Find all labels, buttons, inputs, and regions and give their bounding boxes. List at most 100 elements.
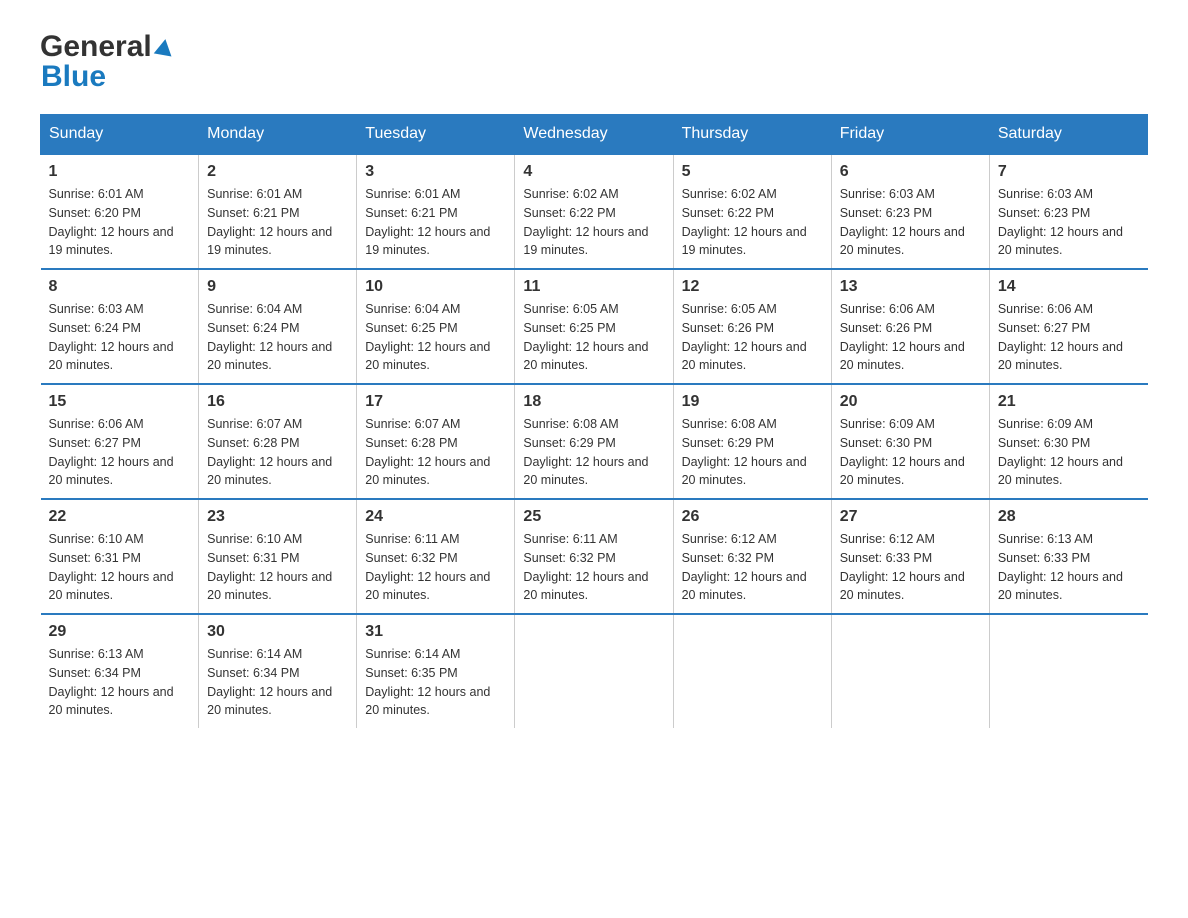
day-number: 15	[49, 393, 191, 411]
calendar-cell: 16 Sunrise: 6:07 AMSunset: 6:28 PMDaylig…	[199, 384, 357, 499]
day-info: Sunrise: 6:10 AMSunset: 6:31 PMDaylight:…	[207, 532, 332, 602]
day-info: Sunrise: 6:14 AMSunset: 6:35 PMDaylight:…	[365, 647, 490, 717]
day-info: Sunrise: 6:01 AMSunset: 6:21 PMDaylight:…	[207, 187, 332, 257]
calendar-cell	[831, 614, 989, 728]
day-number: 11	[523, 278, 664, 296]
day-info: Sunrise: 6:12 AMSunset: 6:32 PMDaylight:…	[682, 532, 807, 602]
day-number: 4	[523, 163, 664, 181]
day-info: Sunrise: 6:07 AMSunset: 6:28 PMDaylight:…	[207, 417, 332, 487]
day-number: 10	[365, 278, 506, 296]
calendar-cell	[515, 614, 673, 728]
day-number: 3	[365, 163, 506, 181]
day-info: Sunrise: 6:03 AMSunset: 6:23 PMDaylight:…	[840, 187, 965, 257]
calendar-cell: 23 Sunrise: 6:10 AMSunset: 6:31 PMDaylig…	[199, 499, 357, 614]
day-info: Sunrise: 6:04 AMSunset: 6:25 PMDaylight:…	[365, 302, 490, 372]
calendar-week-row: 8 Sunrise: 6:03 AMSunset: 6:24 PMDayligh…	[41, 269, 1148, 384]
header-thursday: Thursday	[673, 115, 831, 155]
header-saturday: Saturday	[989, 115, 1147, 155]
header-wednesday: Wednesday	[515, 115, 673, 155]
calendar-cell: 3 Sunrise: 6:01 AMSunset: 6:21 PMDayligh…	[357, 154, 515, 269]
day-info: Sunrise: 6:13 AMSunset: 6:33 PMDaylight:…	[998, 532, 1123, 602]
day-number: 9	[207, 278, 348, 296]
day-number: 30	[207, 623, 348, 641]
day-number: 8	[49, 278, 191, 296]
day-number: 18	[523, 393, 664, 411]
header-tuesday: Tuesday	[357, 115, 515, 155]
day-number: 6	[840, 163, 981, 181]
day-number: 1	[49, 163, 191, 181]
day-number: 14	[998, 278, 1140, 296]
calendar-cell: 14 Sunrise: 6:06 AMSunset: 6:27 PMDaylig…	[989, 269, 1147, 384]
calendar-cell: 11 Sunrise: 6:05 AMSunset: 6:25 PMDaylig…	[515, 269, 673, 384]
day-number: 26	[682, 508, 823, 526]
calendar-cell: 26 Sunrise: 6:12 AMSunset: 6:32 PMDaylig…	[673, 499, 831, 614]
day-info: Sunrise: 6:02 AMSunset: 6:22 PMDaylight:…	[523, 187, 648, 257]
day-info: Sunrise: 6:04 AMSunset: 6:24 PMDaylight:…	[207, 302, 332, 372]
calendar-cell: 7 Sunrise: 6:03 AMSunset: 6:23 PMDayligh…	[989, 154, 1147, 269]
day-info: Sunrise: 6:11 AMSunset: 6:32 PMDaylight:…	[523, 532, 648, 602]
day-info: Sunrise: 6:11 AMSunset: 6:32 PMDaylight:…	[365, 532, 490, 602]
day-number: 13	[840, 278, 981, 296]
calendar-cell: 15 Sunrise: 6:06 AMSunset: 6:27 PMDaylig…	[41, 384, 199, 499]
day-info: Sunrise: 6:02 AMSunset: 6:22 PMDaylight:…	[682, 187, 807, 257]
logo-blue-label: Blue	[41, 60, 106, 94]
calendar-cell	[673, 614, 831, 728]
header-monday: Monday	[199, 115, 357, 155]
calendar-cell: 5 Sunrise: 6:02 AMSunset: 6:22 PMDayligh…	[673, 154, 831, 269]
day-number: 23	[207, 508, 348, 526]
calendar-cell: 4 Sunrise: 6:02 AMSunset: 6:22 PMDayligh…	[515, 154, 673, 269]
calendar-cell: 28 Sunrise: 6:13 AMSunset: 6:33 PMDaylig…	[989, 499, 1147, 614]
calendar-cell: 1 Sunrise: 6:01 AMSunset: 6:20 PMDayligh…	[41, 154, 199, 269]
calendar-cell: 31 Sunrise: 6:14 AMSunset: 6:35 PMDaylig…	[357, 614, 515, 728]
header-sunday: Sunday	[41, 115, 199, 155]
day-number: 21	[998, 393, 1140, 411]
calendar-cell: 30 Sunrise: 6:14 AMSunset: 6:34 PMDaylig…	[199, 614, 357, 728]
logo-general-text: General	[40, 30, 152, 64]
calendar-cell: 18 Sunrise: 6:08 AMSunset: 6:29 PMDaylig…	[515, 384, 673, 499]
day-info: Sunrise: 6:12 AMSunset: 6:33 PMDaylight:…	[840, 532, 965, 602]
day-info: Sunrise: 6:08 AMSunset: 6:29 PMDaylight:…	[523, 417, 648, 487]
logo: General Blue	[40, 30, 173, 94]
day-info: Sunrise: 6:05 AMSunset: 6:25 PMDaylight:…	[523, 302, 648, 372]
calendar-cell: 29 Sunrise: 6:13 AMSunset: 6:34 PMDaylig…	[41, 614, 199, 728]
day-number: 5	[682, 163, 823, 181]
calendar-week-row: 22 Sunrise: 6:10 AMSunset: 6:31 PMDaylig…	[41, 499, 1148, 614]
calendar-cell: 9 Sunrise: 6:04 AMSunset: 6:24 PMDayligh…	[199, 269, 357, 384]
day-number: 27	[840, 508, 981, 526]
day-number: 22	[49, 508, 191, 526]
day-number: 29	[49, 623, 191, 641]
calendar-cell: 10 Sunrise: 6:04 AMSunset: 6:25 PMDaylig…	[357, 269, 515, 384]
calendar-cell	[989, 614, 1147, 728]
calendar-cell: 27 Sunrise: 6:12 AMSunset: 6:33 PMDaylig…	[831, 499, 989, 614]
day-number: 24	[365, 508, 506, 526]
calendar-week-row: 29 Sunrise: 6:13 AMSunset: 6:34 PMDaylig…	[41, 614, 1148, 728]
logo-triangle-icon	[153, 38, 174, 57]
day-number: 12	[682, 278, 823, 296]
day-info: Sunrise: 6:13 AMSunset: 6:34 PMDaylight:…	[49, 647, 174, 717]
calendar-cell: 22 Sunrise: 6:10 AMSunset: 6:31 PMDaylig…	[41, 499, 199, 614]
calendar-cell: 8 Sunrise: 6:03 AMSunset: 6:24 PMDayligh…	[41, 269, 199, 384]
calendar-cell: 21 Sunrise: 6:09 AMSunset: 6:30 PMDaylig…	[989, 384, 1147, 499]
calendar-cell: 24 Sunrise: 6:11 AMSunset: 6:32 PMDaylig…	[357, 499, 515, 614]
day-number: 20	[840, 393, 981, 411]
day-number: 17	[365, 393, 506, 411]
day-number: 16	[207, 393, 348, 411]
calendar-week-row: 15 Sunrise: 6:06 AMSunset: 6:27 PMDaylig…	[41, 384, 1148, 499]
day-number: 2	[207, 163, 348, 181]
day-info: Sunrise: 6:03 AMSunset: 6:24 PMDaylight:…	[49, 302, 174, 372]
day-info: Sunrise: 6:14 AMSunset: 6:34 PMDaylight:…	[207, 647, 332, 717]
day-number: 25	[523, 508, 664, 526]
day-info: Sunrise: 6:09 AMSunset: 6:30 PMDaylight:…	[998, 417, 1123, 487]
day-info: Sunrise: 6:07 AMSunset: 6:28 PMDaylight:…	[365, 417, 490, 487]
calendar-cell: 17 Sunrise: 6:07 AMSunset: 6:28 PMDaylig…	[357, 384, 515, 499]
calendar-cell: 12 Sunrise: 6:05 AMSunset: 6:26 PMDaylig…	[673, 269, 831, 384]
day-info: Sunrise: 6:09 AMSunset: 6:30 PMDaylight:…	[840, 417, 965, 487]
day-info: Sunrise: 6:01 AMSunset: 6:21 PMDaylight:…	[365, 187, 490, 257]
day-number: 7	[998, 163, 1140, 181]
day-info: Sunrise: 6:01 AMSunset: 6:20 PMDaylight:…	[49, 187, 174, 257]
calendar-cell: 13 Sunrise: 6:06 AMSunset: 6:26 PMDaylig…	[831, 269, 989, 384]
calendar-table: SundayMondayTuesdayWednesdayThursdayFrid…	[40, 114, 1148, 728]
calendar-cell: 20 Sunrise: 6:09 AMSunset: 6:30 PMDaylig…	[831, 384, 989, 499]
day-info: Sunrise: 6:06 AMSunset: 6:27 PMDaylight:…	[998, 302, 1123, 372]
logo-triangle-wrapper	[152, 39, 173, 55]
